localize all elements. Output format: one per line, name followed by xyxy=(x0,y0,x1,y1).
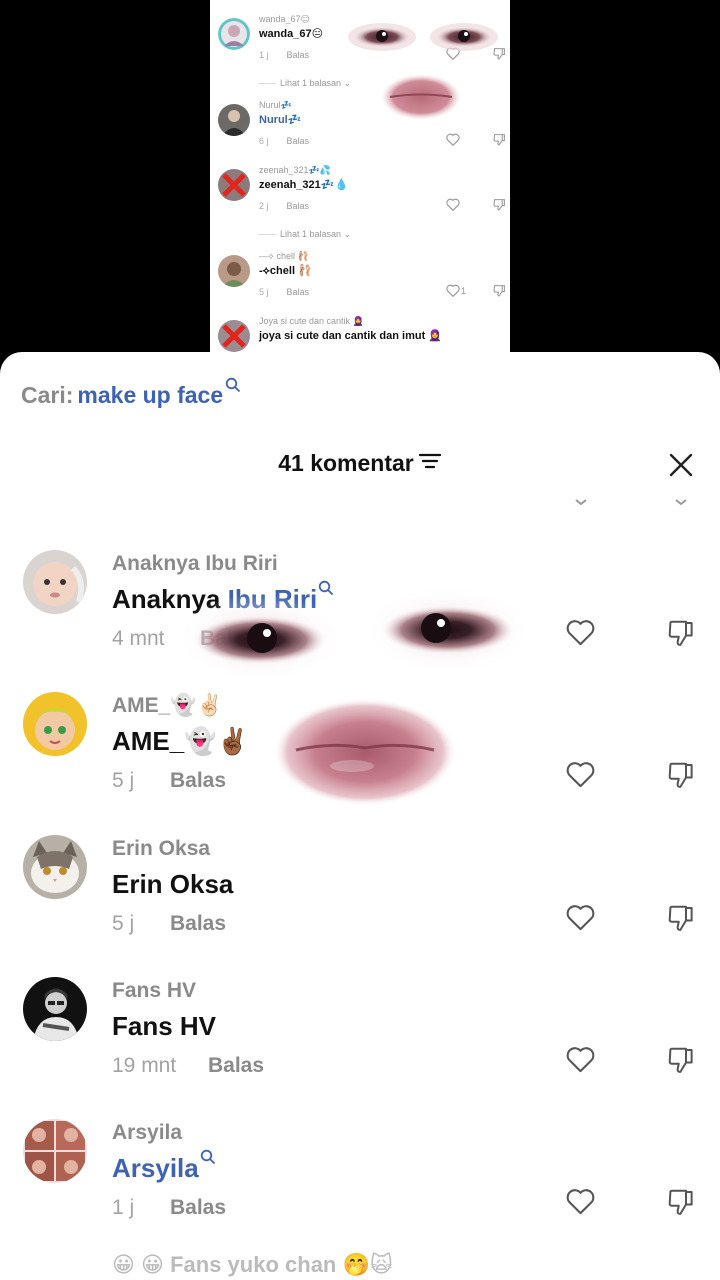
comment-item: Erin Oksa Erin Oksa 5 j Balas xyxy=(0,835,720,977)
search-icon xyxy=(318,572,334,602)
comment-username[interactable]: Anaknya Ibu Riri xyxy=(112,552,278,576)
comment-sheet: Cari: make up face 41 komentar Anaknya Ib… xyxy=(0,352,720,1280)
heart-icon xyxy=(566,1189,595,1215)
lips-sticker xyxy=(381,74,461,120)
search-highlight-link[interactable]: Ibu Riri xyxy=(228,584,318,614)
dislike-icon xyxy=(493,284,506,302)
comment-time: 5 j xyxy=(112,769,135,792)
heart-icon xyxy=(446,133,460,151)
like-count: 1 xyxy=(461,286,467,296)
reply-button[interactable]: Balas xyxy=(170,912,226,936)
video-comment-text: zeenah_321💤💧 xyxy=(259,179,349,191)
dislike-button[interactable] xyxy=(666,618,696,653)
like-button[interactable] xyxy=(565,618,596,651)
close-icon xyxy=(669,453,693,477)
reply-button[interactable]: Balas xyxy=(200,627,256,651)
chevron-down-icon xyxy=(675,499,687,506)
video-frame: wanda_67😑 wanda_67😑 1 j Balas Lihat 1 bal… xyxy=(210,0,510,352)
avatar xyxy=(218,104,250,136)
comment-item: Arsyila Arsyila 1 j Balas xyxy=(0,1119,720,1261)
comment-time: 19 mnt xyxy=(112,1054,177,1077)
avatar xyxy=(218,169,250,201)
avatar[interactable] xyxy=(23,692,87,756)
eye-sticker xyxy=(348,23,416,51)
comment-item: Fans HV Fans HV 19 mnt Balas xyxy=(0,977,720,1119)
dislike-button[interactable] xyxy=(666,1045,696,1080)
dislike-icon xyxy=(668,1047,693,1073)
avatar xyxy=(218,18,250,50)
video-comment-username: —⟡ chell 🩰 xyxy=(259,251,309,261)
avatar[interactable] xyxy=(23,835,87,899)
heart-icon xyxy=(566,905,595,931)
video-comment-text: joya si cute dan cantik dan imut 🧕 xyxy=(259,330,443,342)
search-icon xyxy=(225,372,241,398)
avatar[interactable] xyxy=(23,550,87,614)
video-comment-meta: 2 j Balas xyxy=(259,201,310,211)
comment-text[interactable]: Arsyila xyxy=(112,1149,216,1184)
dislike-button[interactable] xyxy=(666,903,696,938)
eye-sticker xyxy=(430,23,498,51)
comment-item: Anaknya Ibu Riri Anaknya Ibu Riri 4 mnt … xyxy=(0,550,720,692)
comment-time: 4 mnt xyxy=(112,627,165,650)
video-comment-meta: 5 j Balas xyxy=(259,287,310,297)
dislike-icon xyxy=(668,905,693,931)
search-query[interactable]: make up face xyxy=(77,382,223,408)
chevron-down-icon xyxy=(575,499,587,506)
heart-icon xyxy=(566,620,595,646)
comment-username[interactable]: Erin Oksa xyxy=(112,837,210,861)
comment-time: 1 j xyxy=(112,1196,135,1219)
avatar[interactable] xyxy=(23,977,87,1041)
like-button[interactable] xyxy=(565,760,596,793)
reply-button[interactable]: Balas xyxy=(208,1054,264,1078)
filter-icon[interactable] xyxy=(418,449,442,476)
dislike-icon xyxy=(493,133,506,151)
video-comment-text: Nurul💤 xyxy=(259,114,302,126)
video-comment-text: -⟡chell 🩰 xyxy=(259,265,312,277)
comment-count-title: 41 komentar xyxy=(278,450,414,476)
reply-button[interactable]: Balas xyxy=(170,769,226,793)
video-comment-text: wanda_67😑 xyxy=(259,28,324,40)
comment-username[interactable]: Fans HV xyxy=(112,979,196,1003)
comment-text: Erin Oksa xyxy=(112,869,234,899)
comment-item: AME_👻✌🏻 AME_👻✌🏾 5 j Balas xyxy=(0,692,720,834)
comment-text: Fans HV xyxy=(112,1011,217,1041)
comments-header: 41 komentar xyxy=(0,450,720,478)
comment-text: AME_👻✌🏾 xyxy=(112,726,249,756)
view-replies-link: Lihat 1 balasan ⌄ xyxy=(258,78,351,89)
view-replies-link: Lihat 1 balasan ⌄ xyxy=(258,229,351,240)
search-suggestion[interactable]: Cari: make up face xyxy=(21,377,241,409)
like-button[interactable] xyxy=(565,1187,596,1220)
video-comment-username: zeenah_321💤💦 xyxy=(259,165,331,175)
like-button[interactable] xyxy=(565,1045,596,1078)
video-comment-username: Nurul💤 xyxy=(259,100,292,110)
search-prefix: Cari: xyxy=(21,382,74,408)
avatar[interactable] xyxy=(23,1119,87,1183)
dislike-icon xyxy=(668,620,693,646)
video-comment-username: wanda_67😑 xyxy=(259,14,310,24)
heart-icon xyxy=(446,284,460,302)
comment-text: Anaknya Ibu Riri xyxy=(112,580,334,615)
dislike-icon xyxy=(668,762,693,788)
like-button[interactable] xyxy=(565,903,596,936)
avatar xyxy=(218,320,250,352)
partial-comment: 😀 😀 Fans yuko chan 🤭🙀 xyxy=(112,1252,393,1277)
comment-username[interactable]: AME_👻✌🏻 xyxy=(112,694,223,718)
avatar xyxy=(218,255,250,287)
heart-icon xyxy=(566,762,595,788)
close-button[interactable] xyxy=(664,448,698,482)
video-player[interactable]: wanda_67😑 wanda_67😑 1 j Balas Lihat 1 bal… xyxy=(0,0,720,360)
video-comment-meta: 1 j Balas xyxy=(259,50,310,60)
heart-icon xyxy=(446,198,460,216)
comment-username[interactable]: Arsyila xyxy=(112,1121,182,1145)
heart-icon xyxy=(566,1047,595,1073)
dislike-icon xyxy=(493,198,506,216)
comment-time: 5 j xyxy=(112,912,135,935)
dislike-button[interactable] xyxy=(666,760,696,795)
dislike-icon xyxy=(668,1189,693,1215)
video-comment-meta: 6 j Balas xyxy=(259,136,310,146)
dislike-button[interactable] xyxy=(666,1187,696,1222)
video-comment-username: Joya si cute dan cantik 🧕 xyxy=(259,316,364,326)
search-icon xyxy=(200,1141,216,1171)
reply-button[interactable]: Balas xyxy=(170,1196,226,1220)
